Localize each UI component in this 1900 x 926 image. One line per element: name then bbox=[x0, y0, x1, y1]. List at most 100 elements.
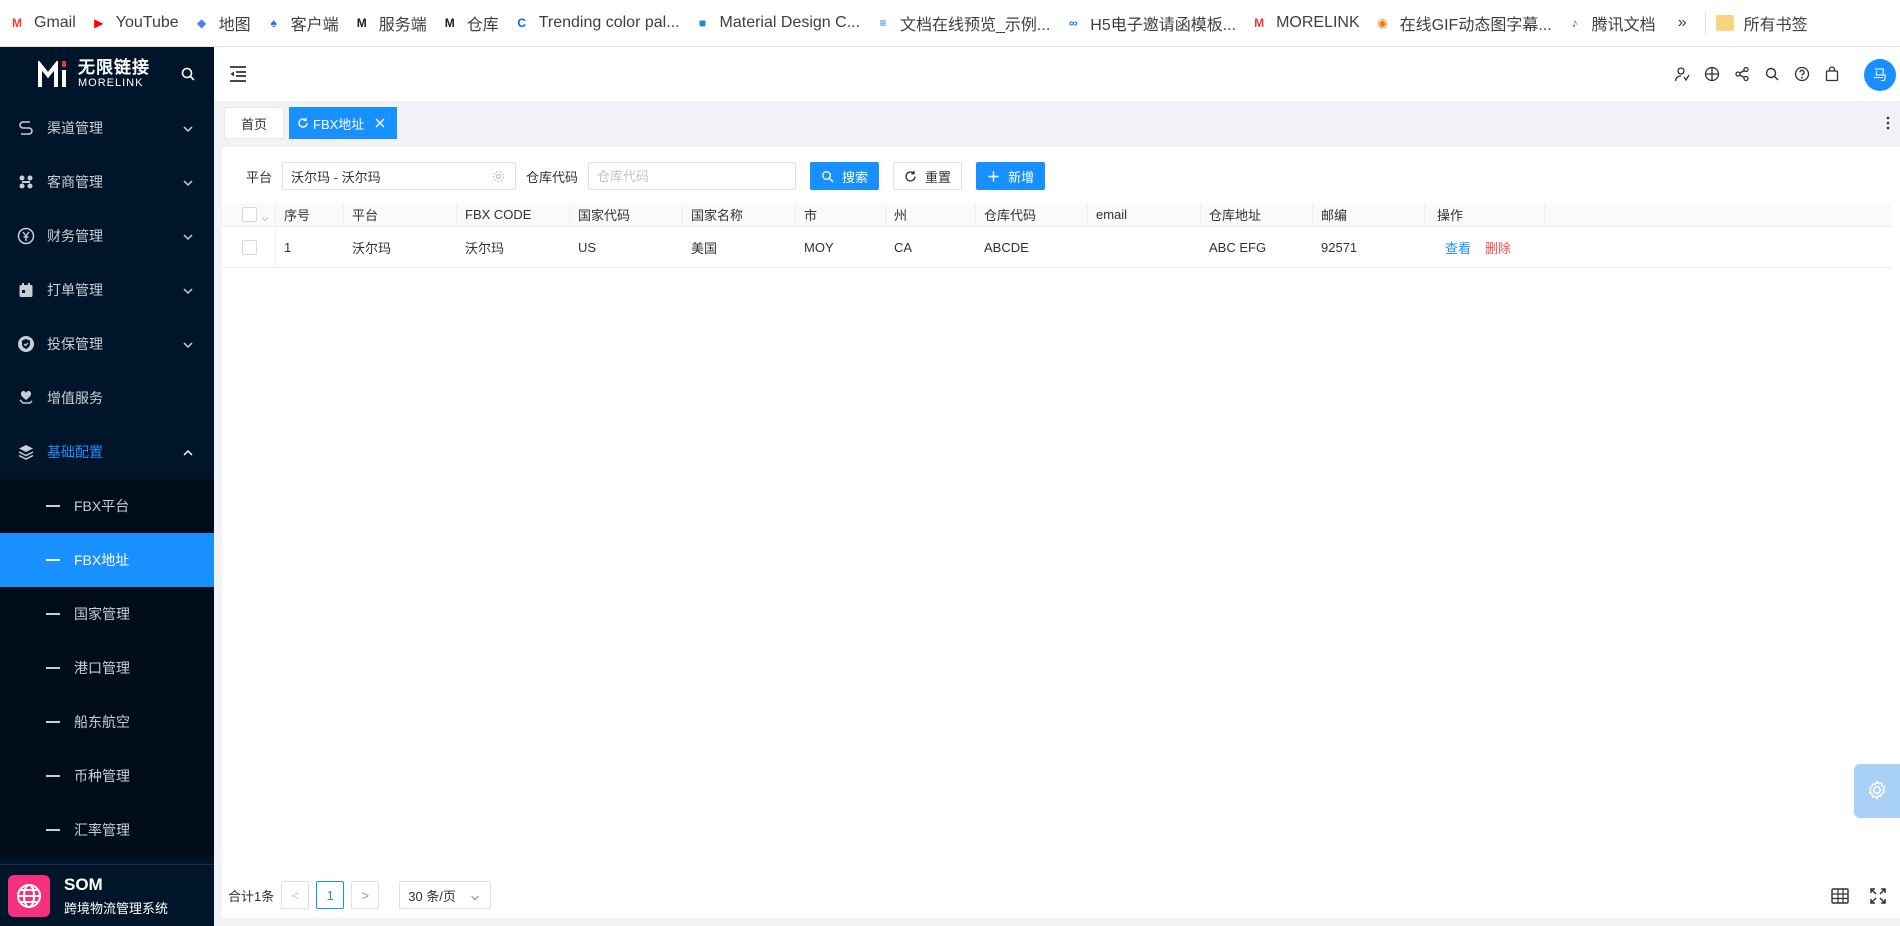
dash-icon bbox=[46, 829, 60, 831]
column-header[interactable]: email bbox=[1088, 203, 1201, 226]
page-tabs: 首页 FBX地址 bbox=[214, 101, 1900, 147]
table-row[interactable]: 1 沃尔玛 沃尔玛 US 美国 MOY CA ABCDE ABC EFG 925… bbox=[222, 227, 1892, 268]
page-size-select[interactable]: 30 条/页 bbox=[399, 881, 492, 909]
sidebar-item-merchant[interactable]: 客商管理 bbox=[0, 155, 214, 209]
help-icon[interactable] bbox=[1794, 66, 1810, 82]
column-header[interactable]: 国家名称 bbox=[683, 203, 796, 226]
settings-icon[interactable] bbox=[492, 170, 505, 183]
bookmark-item[interactable]: M 仓库 bbox=[439, 0, 511, 46]
share-icon[interactable] bbox=[1734, 66, 1750, 82]
table-cell bbox=[1088, 227, 1201, 267]
bookmark-label: Gmail bbox=[34, 14, 76, 31]
filter-bar: 平台 沃尔玛 - 沃尔玛 仓库代码 搜索 重置 新增 bbox=[222, 161, 1046, 191]
row-select-cell bbox=[222, 227, 276, 267]
fullscreen-icon[interactable] bbox=[1868, 886, 1888, 906]
column-settings-icon[interactable] bbox=[1830, 886, 1850, 906]
bookmark-item[interactable]: ♠ 客户端 bbox=[263, 0, 351, 46]
bookmark-item[interactable]: M MORELINK bbox=[1248, 0, 1372, 46]
bag-icon[interactable] bbox=[1824, 66, 1840, 82]
brand-name-cn: 无限链接 bbox=[78, 58, 150, 77]
sidebar-item-channel[interactable]: 渠道管理 bbox=[0, 101, 214, 155]
sidebar-subitem-carrier[interactable]: 船东航空 bbox=[0, 695, 214, 749]
column-header[interactable]: 邮编 bbox=[1313, 203, 1425, 226]
close-icon[interactable] bbox=[374, 117, 386, 129]
search-icon[interactable] bbox=[180, 66, 196, 82]
sidebar-item-base-config[interactable]: 基础配置 bbox=[0, 425, 214, 479]
bookmark-label: 腾讯文档 bbox=[1591, 17, 1656, 34]
column-header[interactable]: 市 bbox=[796, 203, 886, 226]
chevron-down-icon bbox=[182, 284, 194, 296]
tab-home[interactable]: 首页 bbox=[224, 107, 284, 139]
table-cell: 92571 bbox=[1321, 239, 1358, 255]
search-button[interactable]: 搜索 bbox=[810, 162, 880, 190]
morelink-icon: M bbox=[356, 16, 367, 30]
next-page-button[interactable]: > bbox=[351, 881, 380, 909]
page-number-button[interactable]: 1 bbox=[316, 881, 345, 909]
bookmark-item[interactable]: ♪ 腾讯文档 bbox=[1564, 0, 1668, 46]
bookmark-item[interactable]: ◉ 在线GIF动态图字幕... bbox=[1372, 0, 1564, 46]
menu-fold-icon[interactable] bbox=[228, 64, 248, 84]
reset-button[interactable]: 重置 bbox=[893, 162, 963, 190]
add-button[interactable]: 新增 bbox=[976, 162, 1046, 190]
sidebar-subitem-country[interactable]: 国家管理 bbox=[0, 587, 214, 641]
coolors-icon: C bbox=[517, 16, 527, 30]
column-header[interactable]: 国家代码 bbox=[570, 203, 683, 226]
brand-logo[interactable]: 无限链接 MORELINK bbox=[0, 47, 214, 101]
sidebar-subitem-fbx-platform[interactable]: FBX平台 bbox=[0, 479, 214, 533]
view-link[interactable]: 查看 bbox=[1445, 238, 1471, 257]
sidebar-subitem-currency[interactable]: 币种管理 bbox=[0, 749, 214, 803]
sidebar-item-finance[interactable]: 财务管理 bbox=[0, 209, 214, 263]
bookmark-item[interactable]: M Gmail bbox=[6, 0, 88, 46]
theme-settings-button[interactable] bbox=[1854, 764, 1900, 818]
column-header[interactable]: 序号 bbox=[276, 203, 344, 226]
table-cell: US bbox=[578, 239, 597, 255]
users-icon bbox=[17, 173, 35, 191]
column-header[interactable]: 平台 bbox=[344, 203, 457, 226]
dash-icon bbox=[46, 559, 60, 561]
delete-link[interactable]: 删除 bbox=[1485, 238, 1511, 257]
select-all-checkbox[interactable] bbox=[242, 207, 257, 222]
bookmark-item[interactable]: ◆ 地图 bbox=[191, 0, 263, 46]
sidebar-item-value-added[interactable]: 增值服务 bbox=[0, 371, 214, 425]
refresh-icon[interactable] bbox=[297, 117, 309, 129]
all-bookmarks-folder[interactable]: 所有书签 bbox=[1714, 0, 1820, 46]
more-vertical-icon[interactable] bbox=[1886, 115, 1890, 131]
bookmark-item[interactable]: M 服务端 bbox=[351, 0, 439, 46]
chevron-down-icon[interactable] bbox=[261, 211, 269, 221]
map-icon: ◆ bbox=[197, 16, 207, 30]
select-all-cell bbox=[222, 203, 276, 226]
header-toolbar bbox=[1674, 66, 1840, 82]
globe-icon[interactable] bbox=[1704, 66, 1720, 82]
column-header[interactable]: 仓库地址 bbox=[1201, 203, 1313, 226]
morelink-red-icon: M bbox=[1254, 16, 1265, 30]
column-header[interactable]: 仓库代码 bbox=[976, 203, 1088, 226]
bookmark-item[interactable]: C Trending color pal... bbox=[511, 0, 692, 46]
column-header[interactable]: 操作 bbox=[1425, 203, 1545, 226]
sidebar-subitem-label: 币种管理 bbox=[74, 768, 130, 784]
morelink-logo-icon bbox=[38, 61, 74, 87]
sidebar-item-label: 投保管理 bbox=[47, 336, 103, 352]
prev-page-button[interactable]: < bbox=[281, 881, 310, 909]
user-switch-icon[interactable] bbox=[1674, 66, 1690, 82]
sidebar-item-insurance[interactable]: 投保管理 bbox=[0, 317, 214, 371]
chevron-down-icon bbox=[182, 230, 194, 242]
bookmarks-overflow-button[interactable]: » bbox=[1668, 14, 1697, 32]
column-header[interactable]: 州 bbox=[886, 203, 976, 226]
platform-select[interactable]: 沃尔玛 - 沃尔玛 bbox=[282, 162, 517, 190]
total-count: 合计1条 bbox=[228, 888, 275, 904]
search-icon[interactable] bbox=[1764, 66, 1780, 82]
bookmark-item[interactable]: ▶ YouTube bbox=[88, 0, 191, 46]
sidebar-subitem-exchange-rate[interactable]: 汇率管理 bbox=[0, 803, 214, 857]
sidebar-subitem-fbx-address[interactable]: FBX地址 bbox=[0, 533, 214, 587]
warehouse-code-input[interactable] bbox=[588, 162, 797, 190]
column-header[interactable]: FBX CODE bbox=[457, 203, 570, 226]
table-header: 序号 平台 FBX CODE 国家代码 国家名称 市 州 仓库代码 email … bbox=[222, 203, 1892, 227]
avatar[interactable]: 马 bbox=[1864, 59, 1896, 91]
bookmark-item[interactable]: ≡ 文档在线预览_示例... bbox=[872, 0, 1062, 46]
tab-fbx-address[interactable]: FBX地址 bbox=[289, 107, 397, 139]
sidebar-subitem-port[interactable]: 港口管理 bbox=[0, 641, 214, 695]
row-checkbox[interactable] bbox=[242, 239, 257, 255]
bookmark-item[interactable]: ∞ H5电子邀请函模板... bbox=[1062, 0, 1248, 46]
bookmark-item[interactable]: ■ Material Design C... bbox=[692, 0, 873, 46]
sidebar-item-printing[interactable]: 打单管理 bbox=[0, 263, 214, 317]
